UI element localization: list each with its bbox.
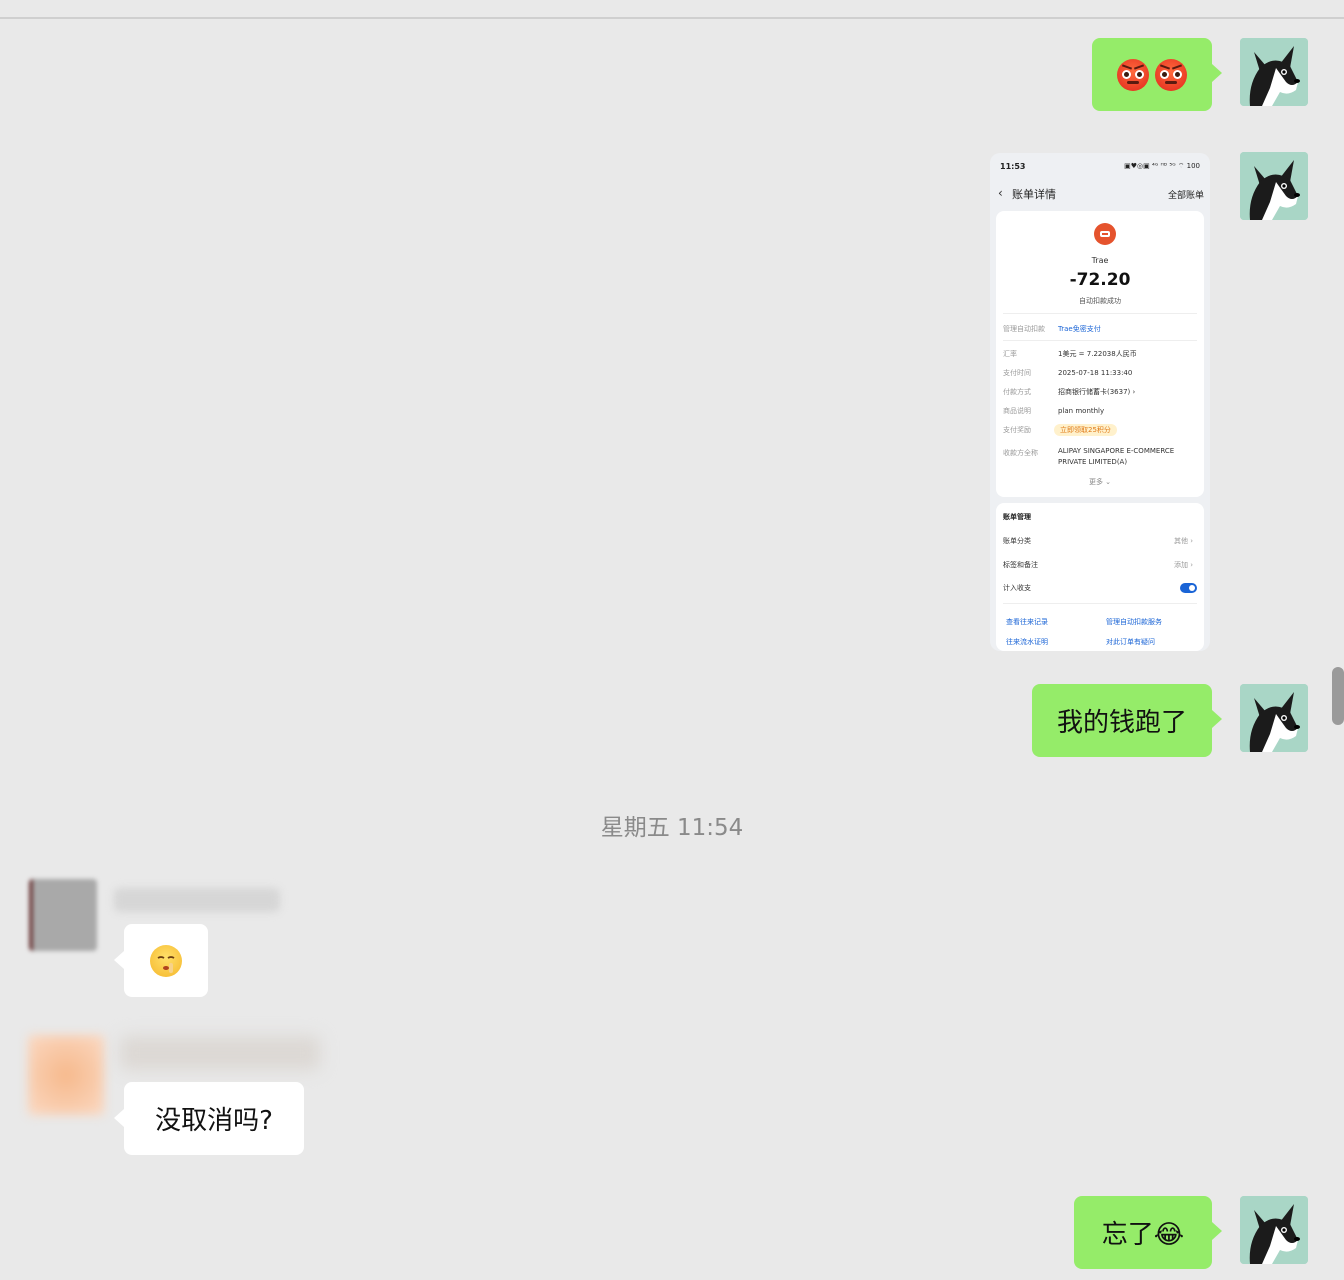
payment-status: 自动扣款成功 — [1079, 297, 1121, 305]
row-key: 账单分类 — [1003, 537, 1031, 545]
link: 对此订单有疑问 — [1106, 638, 1155, 646]
divider — [1003, 313, 1197, 314]
message-text: 没取消吗? — [155, 1106, 273, 1136]
my-avatar[interactable] — [1240, 684, 1308, 752]
my-avatar[interactable] — [1240, 38, 1308, 106]
status-icons: ▣♥◎▣ ⁴ᴳ ᴴᴰ ⁵ᴳ ⌔ 100 — [1124, 162, 1200, 170]
contact-avatar-blurred[interactable] — [29, 879, 97, 951]
shushing-face-emoji — [150, 944, 182, 977]
my-avatar[interactable] — [1240, 1196, 1308, 1264]
row-key: 管理自动扣款 — [1003, 325, 1045, 333]
nav-title: 账单详情 — [1012, 188, 1056, 201]
message-bubble-incoming[interactable] — [124, 924, 208, 997]
corgi-avatar-icon — [1240, 152, 1308, 220]
row-value: ALIPAY SINGAPORE E-COMMERCE PRIVATE LIMI… — [1058, 447, 1175, 466]
bubble-tail — [114, 1109, 124, 1127]
row-value: 添加 › — [1174, 561, 1194, 569]
row-value: Trae免密支付 — [1058, 325, 1101, 333]
row-key: 付款方式 — [1003, 388, 1031, 396]
bubble-tail — [1212, 1222, 1222, 1240]
row-value: plan monthly — [1058, 407, 1105, 415]
bubble-tail — [114, 951, 124, 969]
merchant-logo-icon — [1094, 223, 1116, 245]
contact-name-blurred — [120, 1036, 320, 1070]
bill-screenshot-image[interactable]: 11:53 ▣♥◎▣ ⁴ᴳ ᴴᴰ ⁵ᴳ ⌔ 100 ‹ 账单详情 全部账单 Tr… — [990, 153, 1210, 651]
bill-manage-card: 账单管理 账单分类 其他 › 标签和备注 添加 › 计入收支 查看往来记录 管理… — [996, 503, 1204, 651]
row-key: 商品说明 — [1003, 407, 1031, 415]
reward-pill: 立即领取25积分 — [1054, 424, 1117, 436]
corgi-avatar-icon — [1240, 684, 1308, 752]
row-key: 汇率 — [1003, 350, 1017, 358]
row-key: 计入收支 — [1003, 584, 1031, 592]
message-text: 我的钱跑了 — [1056, 708, 1187, 738]
more-link: 更多 ⌄ — [1088, 478, 1112, 486]
divider — [1003, 340, 1197, 341]
angry-face-emoji — [1117, 58, 1149, 91]
bill-detail-card: Trae -72.20 自动扣款成功 管理自动扣款 Trae免密支付 汇率 1美… — [996, 211, 1204, 497]
row-value: 2025-07-18 11:33:40 — [1058, 369, 1133, 377]
merchant-name: Trae — [1091, 256, 1109, 265]
message-bubble-outgoing[interactable]: 忘了😂 — [1074, 1196, 1212, 1269]
link: 往来流水证明 — [1006, 638, 1048, 646]
window-top-border — [0, 17, 1344, 19]
link: 管理自动扣款服务 — [1106, 618, 1162, 626]
row-key: 支付时间 — [1003, 369, 1031, 377]
bubble-tail — [1212, 710, 1222, 728]
contact-name-blurred — [114, 888, 280, 912]
corgi-avatar-icon — [1240, 1196, 1308, 1264]
manage-title: 账单管理 — [1003, 513, 1031, 521]
corgi-avatar-icon — [1240, 38, 1308, 106]
chat-timestamp: 星期五 11:54 — [600, 815, 744, 841]
my-avatar[interactable] — [1240, 152, 1308, 220]
row-value: 1美元 = 7.22038人民币 — [1058, 350, 1137, 358]
row-key: 收款方全称 — [1003, 449, 1038, 457]
bubble-tail — [1212, 64, 1222, 82]
link: 查看往来记录 — [1006, 618, 1048, 626]
status-time: 11:53 — [1000, 162, 1026, 171]
scrollbar-thumb[interactable] — [1332, 667, 1344, 725]
message-bubble-outgoing[interactable]: 我的钱跑了 — [1032, 684, 1212, 757]
amount: -72.20 — [1069, 270, 1131, 290]
toggle-switch — [1180, 583, 1197, 593]
back-arrow-icon: ‹ — [998, 186, 1003, 200]
nav-all-bills: 全部账单 — [1167, 191, 1204, 201]
angry-face-emoji — [1155, 58, 1187, 91]
message-bubble-outgoing[interactable] — [1092, 38, 1212, 111]
message-bubble-incoming[interactable]: 没取消吗? — [124, 1082, 304, 1155]
row-value: 其他 › — [1174, 537, 1194, 545]
row-key: 支付奖励 — [1003, 426, 1031, 434]
message-text: 忘了😂 — [1101, 1220, 1185, 1250]
row-key: 标签和备注 — [1003, 561, 1038, 569]
contact-avatar-blurred[interactable] — [28, 1035, 104, 1115]
divider — [1003, 603, 1197, 604]
row-value: 招商银行储蓄卡(3637) › — [1058, 388, 1136, 396]
